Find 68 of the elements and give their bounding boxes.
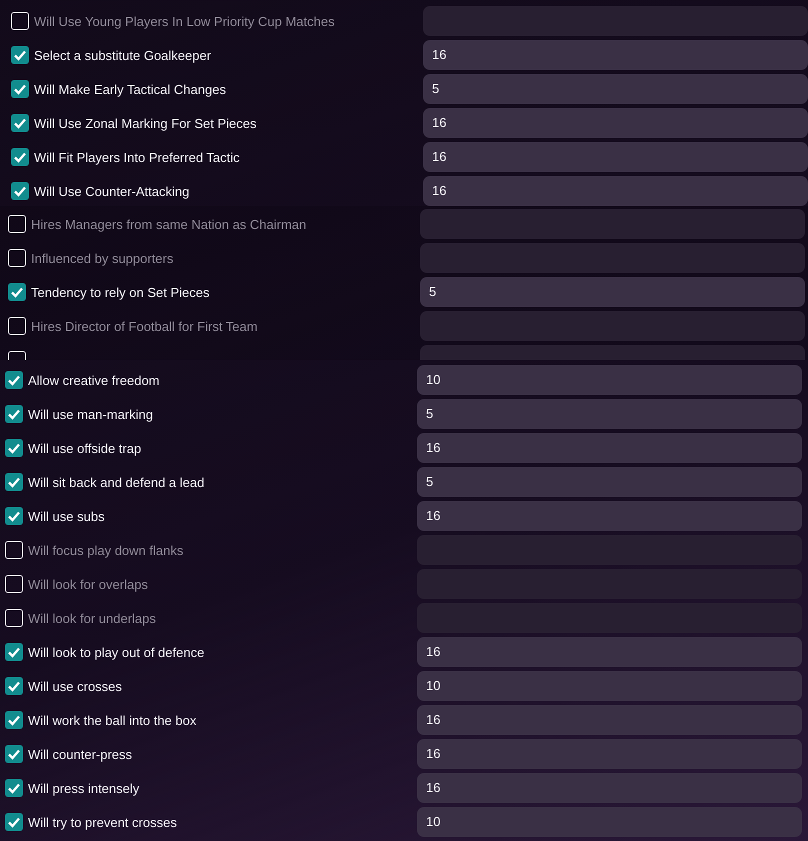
checkbox[interactable] bbox=[8, 249, 26, 267]
option-label: Will try to prevent crosses bbox=[28, 814, 178, 830]
value-field[interactable]: 5 bbox=[417, 467, 802, 497]
option-label: Allow creative freedom bbox=[28, 372, 160, 388]
option-label: Will use man-marking bbox=[28, 406, 154, 422]
option-label: Will Use Counter-Attacking bbox=[34, 184, 190, 198]
value-field[interactable]: 5 bbox=[420, 277, 805, 307]
option-label: Will Use Young Players In Low Priority Cup Matches bbox=[34, 14, 336, 28]
value-field[interactable]: 16 bbox=[417, 637, 802, 667]
option-label: Select a substitute Goalkeeper bbox=[34, 48, 212, 62]
value-field[interactable]: 5 bbox=[423, 74, 808, 104]
checkbox[interactable] bbox=[5, 405, 23, 423]
option-label: Will sit back and defend a lead bbox=[28, 474, 206, 490]
checkbox[interactable] bbox=[8, 215, 26, 233]
checkbox[interactable] bbox=[11, 114, 29, 132]
option-label: Will Make Early Tactical Changes bbox=[34, 82, 227, 96]
option-label: Will use offside trap bbox=[28, 440, 142, 456]
checkbox[interactable] bbox=[5, 507, 23, 525]
checkbox[interactable] bbox=[5, 575, 23, 593]
checkbox[interactable] bbox=[5, 711, 23, 729]
checkbox[interactable] bbox=[5, 439, 23, 457]
value-field[interactable]: 16 bbox=[423, 108, 808, 138]
checkbox[interactable] bbox=[5, 643, 23, 661]
value-field[interactable] bbox=[420, 311, 805, 341]
option-label: Will look for overlaps bbox=[28, 576, 149, 592]
checkbox[interactable] bbox=[11, 46, 29, 64]
checkbox[interactable] bbox=[11, 182, 29, 200]
checkbox[interactable] bbox=[5, 745, 23, 763]
value-field[interactable]: 16 bbox=[417, 705, 802, 735]
checkbox[interactable] bbox=[8, 283, 26, 301]
value-field[interactable] bbox=[420, 243, 805, 273]
option-label: Will press intensely bbox=[28, 780, 140, 796]
option-label: Will counter-press bbox=[28, 746, 134, 762]
option-label: Will look to play out of defence bbox=[28, 644, 206, 660]
option-label: Will Fit Players Into Preferred Tactic bbox=[34, 150, 241, 164]
value-field[interactable]: 16 bbox=[423, 176, 808, 206]
value-field[interactable]: 10 bbox=[417, 671, 802, 701]
option-label: Hires Managers from same Nation as Chairman bbox=[31, 216, 308, 232]
checkbox[interactable] bbox=[5, 473, 23, 491]
option-label: Tendency to rely on Set Pieces bbox=[31, 284, 210, 300]
checkbox[interactable] bbox=[5, 677, 23, 695]
option-label: Will look for underlaps bbox=[28, 610, 157, 626]
value-field[interactable]: 10 bbox=[417, 807, 802, 837]
checkbox[interactable] bbox=[5, 609, 23, 627]
value-field[interactable]: 16 bbox=[417, 773, 802, 803]
option-label: Will Use Zonal Marking For Set Pieces bbox=[34, 116, 258, 130]
checkbox[interactable] bbox=[11, 12, 29, 30]
value-field[interactable] bbox=[420, 209, 805, 239]
checkbox[interactable] bbox=[11, 80, 29, 98]
option-label: Hires Director of Football for First Team bbox=[31, 318, 259, 334]
option-label: Influenced by supporters bbox=[31, 250, 174, 266]
checkbox[interactable] bbox=[5, 371, 23, 389]
value-field[interactable]: 5 bbox=[417, 399, 802, 429]
checkbox[interactable] bbox=[8, 317, 26, 335]
option-label: Will work the ball into the box bbox=[28, 712, 198, 728]
value-field[interactable]: 16 bbox=[423, 142, 808, 172]
option-label: Will focus play down flanks bbox=[28, 542, 184, 558]
value-field[interactable]: 16 bbox=[417, 433, 802, 463]
checkbox[interactable] bbox=[5, 813, 23, 831]
checkbox[interactable] bbox=[5, 779, 23, 797]
value-field[interactable]: 10 bbox=[417, 365, 802, 395]
option-label: Will use subs bbox=[28, 508, 106, 524]
checkbox[interactable] bbox=[11, 148, 29, 166]
value-field[interactable]: 16 bbox=[417, 501, 802, 531]
option-label: Will use crosses bbox=[28, 678, 123, 694]
checkbox[interactable] bbox=[5, 541, 23, 559]
value-field[interactable]: 16 bbox=[417, 739, 802, 769]
value-field[interactable]: 16 bbox=[423, 40, 808, 70]
